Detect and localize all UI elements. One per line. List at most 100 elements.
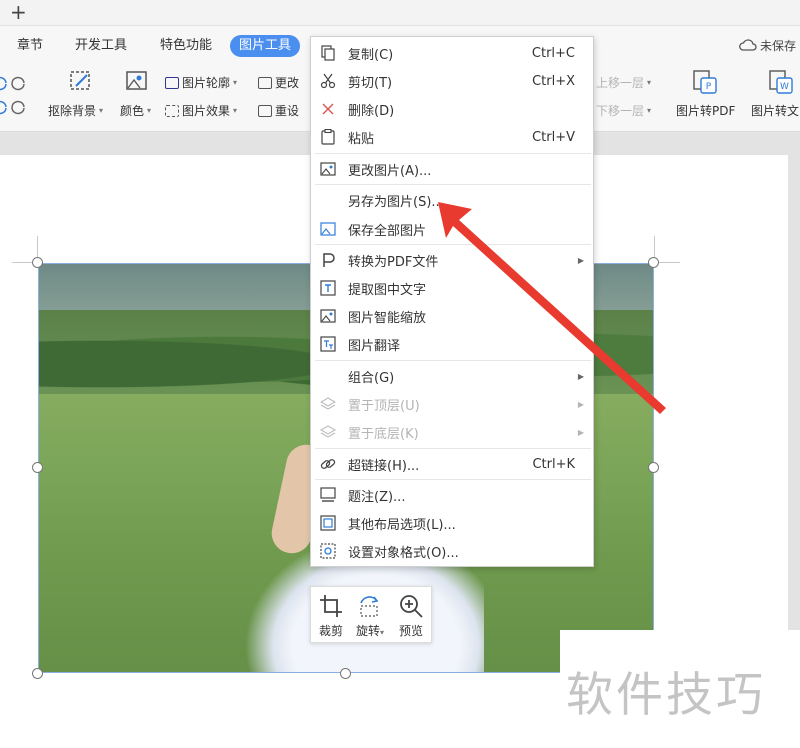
copy-icon [321,45,335,61]
submenu-arrow-icon: ▶ [577,371,584,381]
menu-item-layout-options[interactable]: 其他布局选项(L)... [311,510,593,536]
color-label: 颜色 [120,104,145,118]
picture-outline-label: 图片轮廓 [182,76,231,90]
resize-handle-top-left[interactable] [32,257,43,268]
menu-item-label: 另存为图片(S)... [348,194,444,210]
rotate-controls-icon[interactable] [0,70,40,118]
menu-item-hyperlink[interactable]: 超链接(H)... Ctrl+K [311,451,593,477]
save-all-pictures-icon [320,222,336,236]
menu-separator [315,479,591,480]
menu-item-save-as-picture[interactable]: 另存为图片(S)... [311,187,593,213]
chevron-down-icon: ▾ [99,106,104,115]
save-status[interactable]: 未保存 [739,37,796,54]
change-picture-icon [320,162,336,176]
outline-icon [165,76,179,89]
menu-item-copy[interactable]: 复制(C) Ctrl+C [311,40,593,66]
caption-icon [320,487,336,502]
smart-scale-icon [320,309,336,323]
link-icon [320,459,336,469]
cloud-icon [739,39,757,51]
menu-item-label: 组合(G) [348,370,395,386]
color-icon [126,71,147,90]
tab-developer-tools[interactable]: 开发工具 [66,35,136,57]
change-picture-icon [258,76,272,89]
menu-item-send-to-back[interactable]: 置于底层(K) ▶ [311,419,593,445]
resize-handle-top-right[interactable] [648,257,659,268]
menu-item-format-object[interactable]: 设置对象格式(O)... [311,538,593,564]
tab-chapter[interactable]: 章节 [8,35,52,57]
picture-mini-toolbar: 裁剪 旋转▾ 预览 [310,586,432,643]
resize-handle-middle-right[interactable] [648,462,659,473]
crop-label: 裁剪 [318,624,343,638]
svg-text:W: W [780,82,789,92]
translate-icon [320,336,336,352]
menu-item-save-all-pictures[interactable]: 保存全部图片 [311,216,593,242]
menu-item-group[interactable]: 组合(G) ▶ [311,363,593,389]
resize-handle-bottom-center[interactable] [340,668,351,679]
menu-item-label: 超链接(H)... [348,458,420,474]
move-up-layer-button[interactable]: 上移一层 ▾ [596,74,651,91]
delete-icon [322,103,334,115]
save-status-label: 未保存 [759,39,796,53]
menu-item-label: 图片翻译 [348,338,401,354]
rotate-button[interactable]: 旋转▾ [352,593,388,639]
remove-background-icon [70,71,90,90]
picture-outline-button[interactable]: 图片轮廓 ▾ [165,74,237,91]
menu-item-delete[interactable]: 删除(D) [311,96,593,122]
send-to-back-icon [320,425,336,438]
reset-picture-icon [258,104,272,117]
menu-item-label: 更改图片(A)... [348,163,432,179]
effects-icon [165,104,179,117]
preview-label: 预览 [398,624,423,638]
reset-picture-button[interactable]: 重设 [258,102,299,119]
menu-item-label: 图片智能缩放 [348,310,427,326]
resize-handle-bottom-left[interactable] [32,668,43,679]
reset-picture-label: 重设 [275,104,300,118]
zoom-in-icon [400,595,423,618]
menu-item-paste[interactable]: 粘贴 Ctrl+V [311,124,593,150]
preview-button[interactable]: 预览 [393,593,429,639]
chevron-down-icon: ▾ [647,78,652,87]
picture-to-pdf-button[interactable]: 图片转PDF [676,102,735,119]
watermark: 软件技巧 [566,668,766,723]
crop-button[interactable]: 裁剪 [313,593,349,639]
change-picture-button[interactable]: 更改 [258,74,299,91]
move-down-layer-button[interactable]: 下移一层 ▾ [596,102,651,119]
shortcut-label: Ctrl+C [531,45,575,61]
chevron-down-icon: ▾ [233,78,238,87]
menu-item-label: 题注(Z)... [348,489,406,505]
remove-background-button[interactable]: 抠除背景 ▾ [48,102,103,119]
submenu-arrow-icon: ▶ [577,399,584,409]
format-object-icon [320,543,336,559]
resize-handle-middle-left[interactable] [32,462,43,473]
menu-item-label: 置于顶层(U) [348,398,420,414]
picture-to-text-icon: W [769,70,793,94]
menu-separator [315,184,591,185]
new-tab-button[interactable]: + [10,1,27,23]
color-button[interactable]: 颜色 ▾ [120,102,151,119]
picture-to-text-button[interactable]: 图片转文 [751,102,799,119]
menu-item-caption[interactable]: 题注(Z)... [311,482,593,508]
submenu-arrow-icon: ▶ [577,255,584,265]
menu-item-extract-text[interactable]: 提取图中文字 [311,275,593,301]
menu-item-bring-to-front[interactable]: 置于顶层(U) ▶ [311,391,593,417]
svg-text:P: P [706,82,712,92]
shortcut-label: Ctrl+V [532,129,575,145]
chevron-down-icon: ▾ [233,106,238,115]
menu-item-change-picture[interactable]: 更改图片(A)... [311,156,593,182]
menu-item-convert-to-pdf[interactable]: 转换为PDF文件 ▶ [311,247,593,273]
menu-item-translate-picture[interactable]: 图片翻译 [311,331,593,357]
tab-picture-tools[interactable]: 图片工具 [230,35,301,57]
menu-item-cut[interactable]: 剪切(T) Ctrl+X [311,68,593,94]
chevron-down-icon: ▾ [647,106,652,115]
layout-options-icon [320,515,336,531]
tab-special-features[interactable]: 特色功能 [151,35,221,57]
chevron-down-icon: ▾ [380,628,385,637]
picture-effects-button[interactable]: 图片效果 ▾ [165,102,237,119]
rotate-icon [360,596,379,617]
menu-item-label: 其他布局选项(L)... [348,517,456,533]
extract-text-icon [320,280,336,296]
menu-item-smart-scale[interactable]: 图片智能缩放 [311,303,593,329]
menu-item-label: 复制(C) [348,47,394,63]
title-bar: + [0,0,800,26]
